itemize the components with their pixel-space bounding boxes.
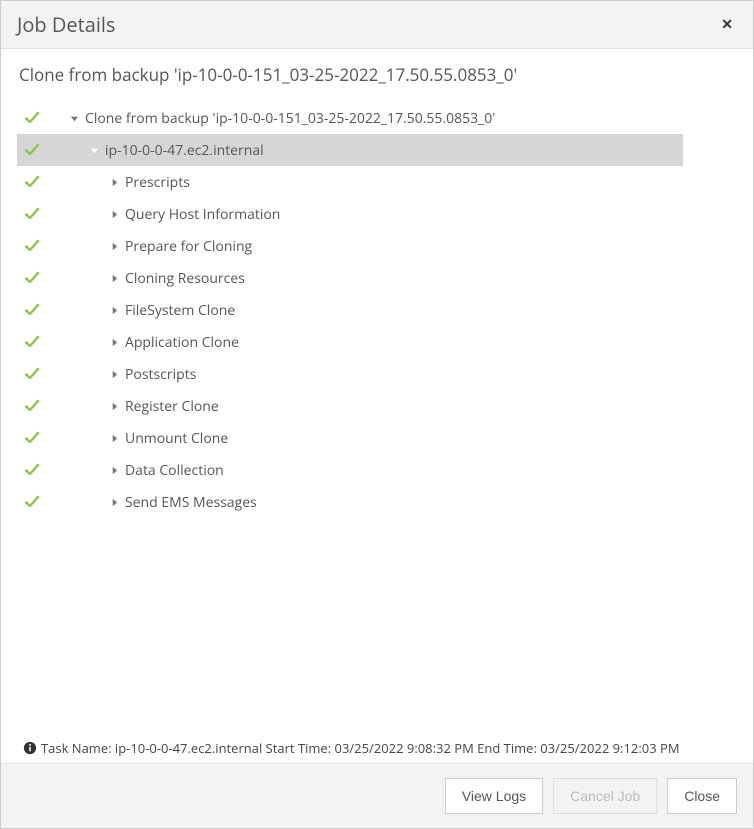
chevron-right-icon[interactable] (107, 466, 121, 475)
check-icon (17, 302, 47, 318)
tree-row-label: Clone from backup 'ip-10-0-0-151_03-25-2… (85, 109, 495, 128)
tree-row[interactable]: Clone from backup 'ip-10-0-0-151_03-25-2… (17, 102, 683, 134)
tree-row-label: Register Clone (125, 397, 219, 416)
tree-row[interactable]: Register Clone (17, 390, 683, 422)
check-icon (17, 142, 47, 158)
chevron-down-icon[interactable] (87, 146, 101, 155)
tree-row[interactable]: Unmount Clone (17, 422, 683, 454)
check-icon (17, 494, 47, 510)
check-icon (17, 462, 47, 478)
job-details-dialog: Job Details ✕ Clone from backup 'ip-10-0… (0, 0, 754, 829)
info-icon (23, 741, 37, 755)
job-subtitle: Clone from backup 'ip-10-0-0-151_03-25-2… (17, 63, 737, 86)
check-icon (17, 398, 47, 414)
chevron-right-icon[interactable] (107, 498, 121, 507)
tree-row[interactable]: ip-10-0-0-47.ec2.internal (17, 134, 683, 166)
chevron-right-icon[interactable] (107, 242, 121, 251)
task-info-bar: Task Name: ip-10-0-0-47.ec2.internal Sta… (17, 730, 737, 763)
tree-row-label: Query Host Information (125, 205, 280, 224)
view-logs-button[interactable]: View Logs (445, 778, 543, 814)
dialog-footer: View Logs Cancel Job Close (1, 763, 753, 828)
dialog-body: Clone from backup 'ip-10-0-0-151_03-25-2… (1, 49, 753, 763)
chevron-right-icon[interactable] (107, 370, 121, 379)
chevron-right-icon[interactable] (107, 210, 121, 219)
tree-row[interactable]: Prescripts (17, 166, 683, 198)
tree-row[interactable]: Prepare for Cloning (17, 230, 683, 262)
job-tree[interactable]: Clone from backup 'ip-10-0-0-151_03-25-2… (17, 102, 737, 730)
tree-row[interactable]: Application Clone (17, 326, 683, 358)
chevron-right-icon[interactable] (107, 338, 121, 347)
tree-row-label: Data Collection (125, 461, 224, 480)
tree-row[interactable]: Send EMS Messages (17, 486, 683, 518)
tree-row-label: Prepare for Cloning (125, 237, 252, 256)
tree-row[interactable]: Query Host Information (17, 198, 683, 230)
chevron-right-icon[interactable] (107, 306, 121, 315)
check-icon (17, 206, 47, 222)
check-icon (17, 174, 47, 190)
dialog-header: Job Details ✕ (1, 1, 753, 49)
check-icon (17, 238, 47, 254)
close-icon[interactable]: ✕ (717, 15, 737, 34)
check-icon (17, 110, 47, 126)
check-icon (17, 366, 47, 382)
tree-row-label: ip-10-0-0-47.ec2.internal (105, 141, 264, 160)
task-info-text: Task Name: ip-10-0-0-47.ec2.internal Sta… (41, 739, 680, 757)
dialog-title: Job Details (17, 11, 115, 38)
chevron-right-icon[interactable] (107, 402, 121, 411)
chevron-right-icon[interactable] (107, 434, 121, 443)
check-icon (17, 430, 47, 446)
check-icon (17, 270, 47, 286)
tree-row-label: FileSystem Clone (125, 301, 235, 320)
tree-row-label: Unmount Clone (125, 429, 228, 448)
tree-row-label: Application Clone (125, 333, 239, 352)
tree-row-label: Cloning Resources (125, 269, 245, 288)
tree-row[interactable]: Cloning Resources (17, 262, 683, 294)
chevron-right-icon[interactable] (107, 274, 121, 283)
close-button[interactable]: Close (667, 778, 737, 814)
tree-row-label: Send EMS Messages (125, 493, 257, 512)
tree-row[interactable]: Data Collection (17, 454, 683, 486)
cancel-job-button: Cancel Job (553, 778, 657, 814)
tree-row-label: Prescripts (125, 173, 190, 192)
check-icon (17, 334, 47, 350)
tree-row[interactable]: Postscripts (17, 358, 683, 390)
chevron-down-icon[interactable] (67, 114, 81, 123)
tree-row[interactable]: FileSystem Clone (17, 294, 683, 326)
chevron-right-icon[interactable] (107, 178, 121, 187)
tree-row-label: Postscripts (125, 365, 196, 384)
